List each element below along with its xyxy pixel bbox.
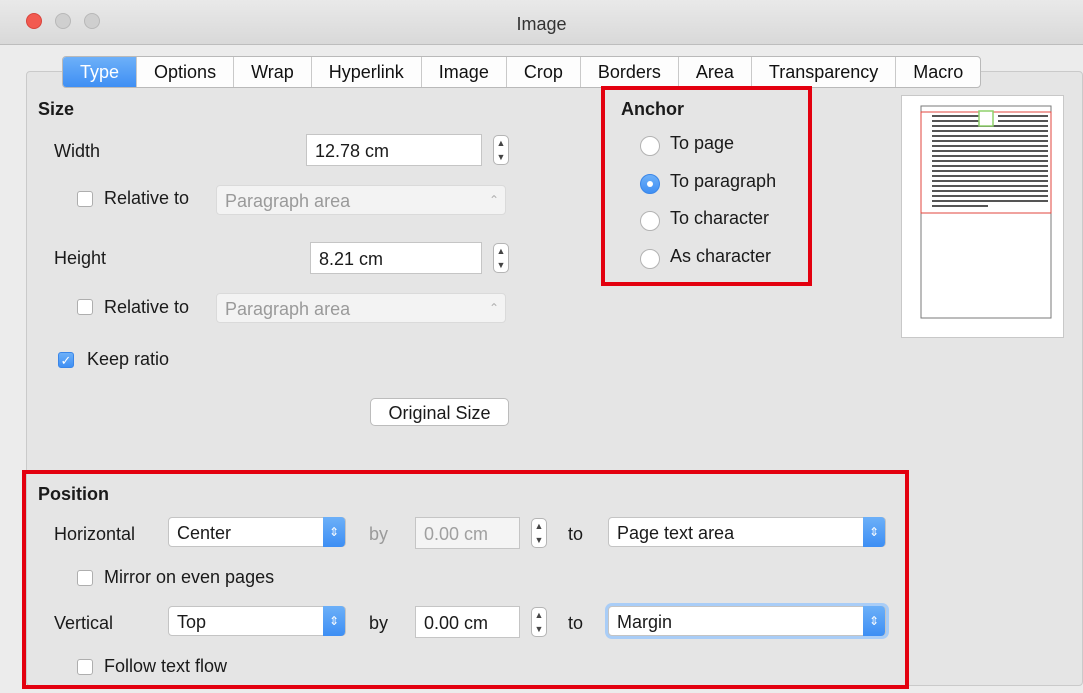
height-spinner[interactable]: ▲ ▼ — [493, 243, 509, 273]
vertical-by-field[interactable]: 0.00 cm — [415, 606, 520, 638]
height-relative-value: Paragraph area — [225, 299, 351, 319]
window-title: Image — [516, 14, 567, 34]
updown-arrow-icon: ⇕ — [863, 606, 885, 636]
horizontal-select[interactable]: Center ⇕ — [168, 517, 346, 547]
updown-arrow-icon: ⇕ — [323, 606, 345, 636]
size-heading: Size — [38, 99, 75, 119]
anchor-heading: Anchor — [621, 99, 684, 119]
tab-hyperlink[interactable]: Hyperlink — [312, 57, 422, 87]
radio-to-page[interactable] — [640, 136, 660, 156]
radio-to-paragraph-label: To paragraph — [670, 171, 777, 191]
horizontal-to-label: to — [568, 524, 584, 544]
updown-arrow-icon: ⇕ — [863, 517, 885, 547]
updown-arrow-icon: ⌃ — [488, 193, 500, 207]
height-relative-select[interactable]: Paragraph area ⌃ — [216, 293, 506, 323]
radio-to-character[interactable] — [640, 211, 660, 231]
tab-strip: Type Options Wrap Hyperlink Image Crop B… — [62, 56, 982, 88]
vertical-value: Top — [177, 612, 207, 632]
original-size-button[interactable]: Original Size — [370, 398, 509, 426]
radio-to-character-label: To character — [670, 208, 770, 228]
horizontal-by-spinner[interactable]: ▲ ▼ — [531, 518, 547, 548]
tab-type[interactable]: Type — [63, 57, 138, 87]
vertical-select[interactable]: Top ⇕ — [168, 606, 346, 636]
updown-arrow-icon: ⌃ — [488, 301, 500, 315]
tab-area[interactable]: Area — [679, 57, 752, 87]
follow-text-flow-checkbox[interactable] — [77, 659, 93, 675]
width-relative-value: Paragraph area — [225, 191, 351, 211]
tab-borders[interactable]: Borders — [581, 57, 679, 87]
anchor-preview — [901, 95, 1064, 338]
vertical-by-label: by — [369, 613, 389, 633]
tab-crop[interactable]: Crop — [507, 57, 581, 87]
horizontal-by-label: by — [369, 524, 389, 544]
mirror-checkbox[interactable] — [77, 570, 93, 586]
position-heading: Position — [38, 484, 109, 504]
vertical-to-select[interactable]: Margin ⇕ — [608, 606, 886, 636]
height-field[interactable]: 8.21 cm — [310, 242, 482, 274]
height-label: Height — [54, 248, 107, 268]
width-relative-checkbox[interactable] — [77, 191, 93, 207]
radio-as-character-label: As character — [670, 246, 772, 266]
horizontal-value: Center — [177, 523, 232, 543]
tab-wrap[interactable]: Wrap — [234, 57, 312, 87]
horizontal-label: Horizontal — [54, 524, 136, 544]
vertical-by-spinner[interactable]: ▲ ▼ — [531, 607, 547, 637]
radio-as-character[interactable] — [640, 249, 660, 269]
horizontal-to-select[interactable]: Page text area ⇕ — [608, 517, 886, 547]
horizontal-to-value: Page text area — [617, 523, 735, 543]
tab-options[interactable]: Options — [137, 57, 235, 87]
tab-transparency[interactable]: Transparency — [752, 57, 897, 87]
vertical-label: Vertical — [54, 613, 114, 633]
radio-to-page-label: To page — [670, 133, 735, 153]
keep-ratio-label: Keep ratio — [87, 349, 170, 369]
width-relative-label: Relative to — [104, 188, 190, 208]
width-label: Width — [54, 141, 101, 161]
vertical-to-value: Margin — [617, 612, 673, 632]
horizontal-by-field[interactable]: 0.00 cm — [415, 517, 520, 549]
follow-text-flow-label: Follow text flow — [104, 656, 228, 676]
page-preview-graphic — [920, 105, 1052, 319]
height-relative-label: Relative to — [104, 297, 190, 317]
tab-macro[interactable]: Macro — [896, 57, 980, 87]
width-spinner[interactable]: ▲ ▼ — [493, 135, 509, 165]
width-field[interactable]: 12.78 cm — [306, 134, 482, 166]
height-relative-checkbox[interactable] — [77, 299, 93, 315]
keep-ratio-checkbox[interactable]: ✓ — [58, 352, 74, 368]
tab-image[interactable]: Image — [422, 57, 507, 87]
radio-to-paragraph[interactable] — [640, 174, 660, 194]
vertical-to-label: to — [568, 613, 584, 633]
updown-arrow-icon: ⇕ — [323, 517, 345, 547]
mirror-label: Mirror on even pages — [104, 567, 275, 587]
width-relative-select[interactable]: Paragraph area ⌃ — [216, 185, 506, 215]
